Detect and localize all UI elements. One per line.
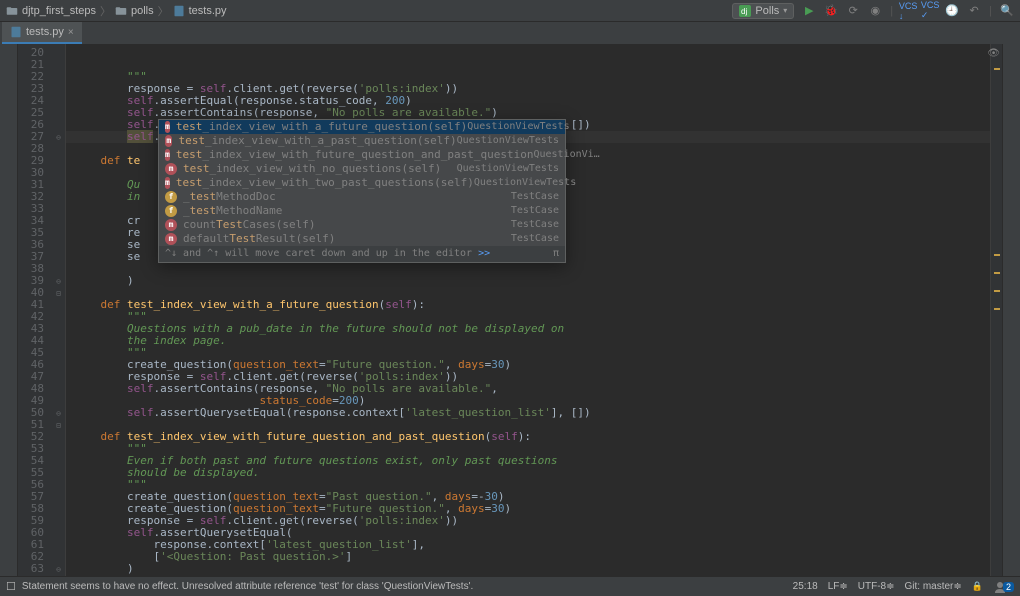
completion-item[interactable]: f _testMethodDocTestCase [159,190,565,204]
tab-label: tests.py [26,26,64,38]
error-stripe[interactable]: 👁 [990,44,1002,576]
run-button[interactable]: ▶ [802,4,816,18]
right-tool-strip[interactable] [1002,44,1020,576]
completion-item-name: test_index_view_with_a_future_question(s… [176,121,467,133]
editor-tabs: tests.py × [0,22,1020,44]
inspection-indicator-icon[interactable]: 👁 [987,48,1000,59]
code-completion-popup[interactable]: m test_index_view_with_a_future_question(… [158,119,566,263]
method-icon: m [165,233,177,245]
vcs-update-button[interactable]: VCS↓ [901,4,915,18]
line-separator[interactable]: LF≑ [828,581,848,592]
completion-item[interactable]: m test_index_view_with_a_future_question(… [159,120,565,134]
completion-item-origin: TestCase [511,191,559,203]
vcs-revert-button[interactable]: ↶ [967,4,981,18]
completion-item-origin: QuestionViewTests [457,135,559,147]
breadcrumb-separator: 〉 [100,3,111,19]
completion-hint: ^↓ and ^↑ will move caret down and up in… [159,246,565,262]
completion-item[interactable]: f _testMethodNameTestCase [159,204,565,218]
completion-item-origin: QuestionViewTests [457,163,559,175]
status-message: Statement seems to have no effect. Unres… [22,581,473,592]
chevron-down-icon: ▾ [783,6,787,15]
editor[interactable]: 2021222324252627282930313233343536373839… [18,44,1002,576]
breadcrumb-app[interactable]: polls [115,5,154,17]
completion-item-origin: QuestionViewTests [474,177,576,189]
completion-item-name: _testMethodDoc [183,191,511,203]
svg-text:dj: dj [741,7,747,16]
python-file-icon [10,26,22,38]
completion-hint-link[interactable]: >> [478,248,490,259]
vcs-history-button[interactable]: 🕘 [945,4,959,18]
django-icon: dj [739,5,751,17]
field-icon: f [165,205,177,217]
completion-item-name: test_index_view_with_two_past_questions(… [176,177,474,189]
breadcrumb-project-label: djtp_first_steps [22,5,96,17]
navigation-bar: djtp_first_steps 〉 polls 〉 tests.py dj P… [0,0,1020,22]
completion-item[interactable]: m test_index_view_with_no_questions(self)… [159,162,565,176]
breadcrumb-separator: 〉 [158,3,169,19]
completion-item-origin: QuestionVi… [533,149,599,161]
tab-tests-py[interactable]: tests.py × [2,22,82,44]
field-icon: f [165,191,177,203]
completion-item-origin: QuestionViewTests [467,121,569,133]
status-bar: ☐ Statement seems to have no effect. Unr… [0,576,1020,596]
pi-icon[interactable]: π [553,248,559,260]
method-icon: m [165,219,177,231]
completion-item-name: test_index_view_with_a_past_question(sel… [178,135,456,147]
code-area[interactable]: """ response = self.client.get(reverse('… [66,44,990,576]
completion-item[interactable]: m test_index_view_with_two_past_questions… [159,176,565,190]
breadcrumb-app-label: polls [131,5,154,17]
completion-item-origin: TestCase [511,205,559,217]
completion-item[interactable]: m test_index_view_with_future_question_an… [159,148,565,162]
readonly-lock-icon[interactable]: 🔒 [972,581,983,592]
completion-item-name: test_index_view_with_no_questions(self) [183,163,457,175]
method-icon: m [165,149,170,161]
debug-button[interactable]: 🐞 [824,4,838,18]
profile-button[interactable]: ◉ [868,4,882,18]
git-branch[interactable]: Git: master≑ [904,581,961,592]
warning-marker[interactable] [994,308,1000,310]
warning-marker[interactable] [994,68,1000,70]
python-file-icon [173,5,185,17]
breadcrumb-file[interactable]: tests.py [173,5,227,17]
warning-marker[interactable] [994,254,1000,256]
breadcrumb-project[interactable]: djtp_first_steps [6,5,96,17]
toolbar-right: dj Polls ▾ ▶ 🐞 ⟳ ◉ | VCS↓ VCS✓ 🕘 ↶ | 🔍 [732,3,1014,19]
method-icon: m [165,163,177,175]
hide-tool-windows-icon[interactable]: ☐ [6,580,16,593]
warning-marker[interactable] [994,272,1000,274]
completion-item-name: countTestCases(self) [183,219,511,231]
file-encoding[interactable]: UTF-8≑ [858,581,895,592]
line-number-gutter: 2021222324252627282930313233343536373839… [18,44,52,576]
method-icon: m [165,121,170,133]
completion-item-name: _testMethodName [183,205,511,217]
caret-position[interactable]: 25:18 [793,581,818,592]
run-config-label: Polls [755,5,779,17]
completion-item-name: defaultTestResult(self) [183,233,511,245]
vcs-commit-button[interactable]: VCS✓ [923,4,937,18]
breadcrumb: djtp_first_steps 〉 polls 〉 tests.py [6,3,732,19]
notifications-icon[interactable]: 2 [993,580,1014,594]
method-icon: m [165,135,172,147]
completion-item[interactable]: m defaultTestResult(self)TestCase [159,232,565,246]
completion-item-origin: TestCase [511,233,559,245]
completion-item[interactable]: m countTestCases(self)TestCase [159,218,565,232]
search-everywhere-button[interactable]: 🔍 [1000,4,1014,18]
method-icon: m [165,177,170,189]
close-icon[interactable]: × [68,27,74,38]
notification-badge: 2 [1003,582,1014,592]
completion-item[interactable]: m test_index_view_with_a_past_question(se… [159,134,565,148]
breadcrumb-file-label: tests.py [189,5,227,17]
run-configuration-selector[interactable]: dj Polls ▾ [732,3,794,19]
left-tool-strip[interactable] [0,44,18,576]
folder-icon [115,5,127,17]
warning-marker[interactable] [994,290,1000,292]
completion-item-name: test_index_view_with_future_question_and… [176,149,534,161]
fold-gutter[interactable]: ⊖⊖⊟⊖⊟⊖ [52,44,66,576]
run-coverage-button[interactable]: ⟳ [846,4,860,18]
completion-item-origin: TestCase [511,219,559,231]
folder-icon [6,5,18,17]
